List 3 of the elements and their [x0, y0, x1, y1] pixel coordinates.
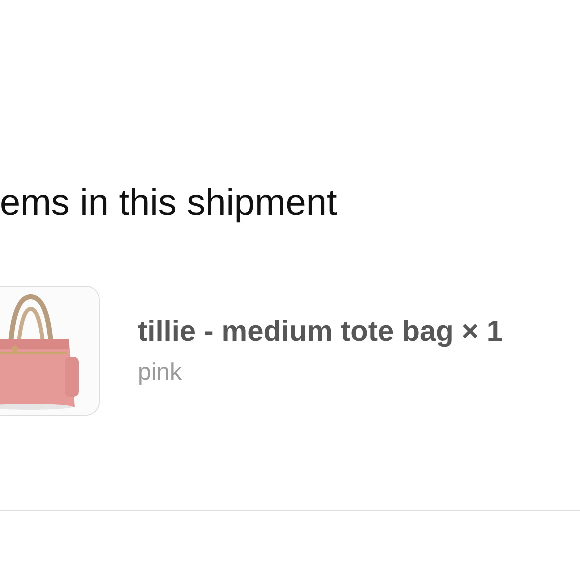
product-variant: pink — [138, 359, 184, 387]
section-title: ems in this shipment — [0, 181, 338, 224]
product-name: tillie - medium tote bag × 1 — [138, 316, 503, 349]
